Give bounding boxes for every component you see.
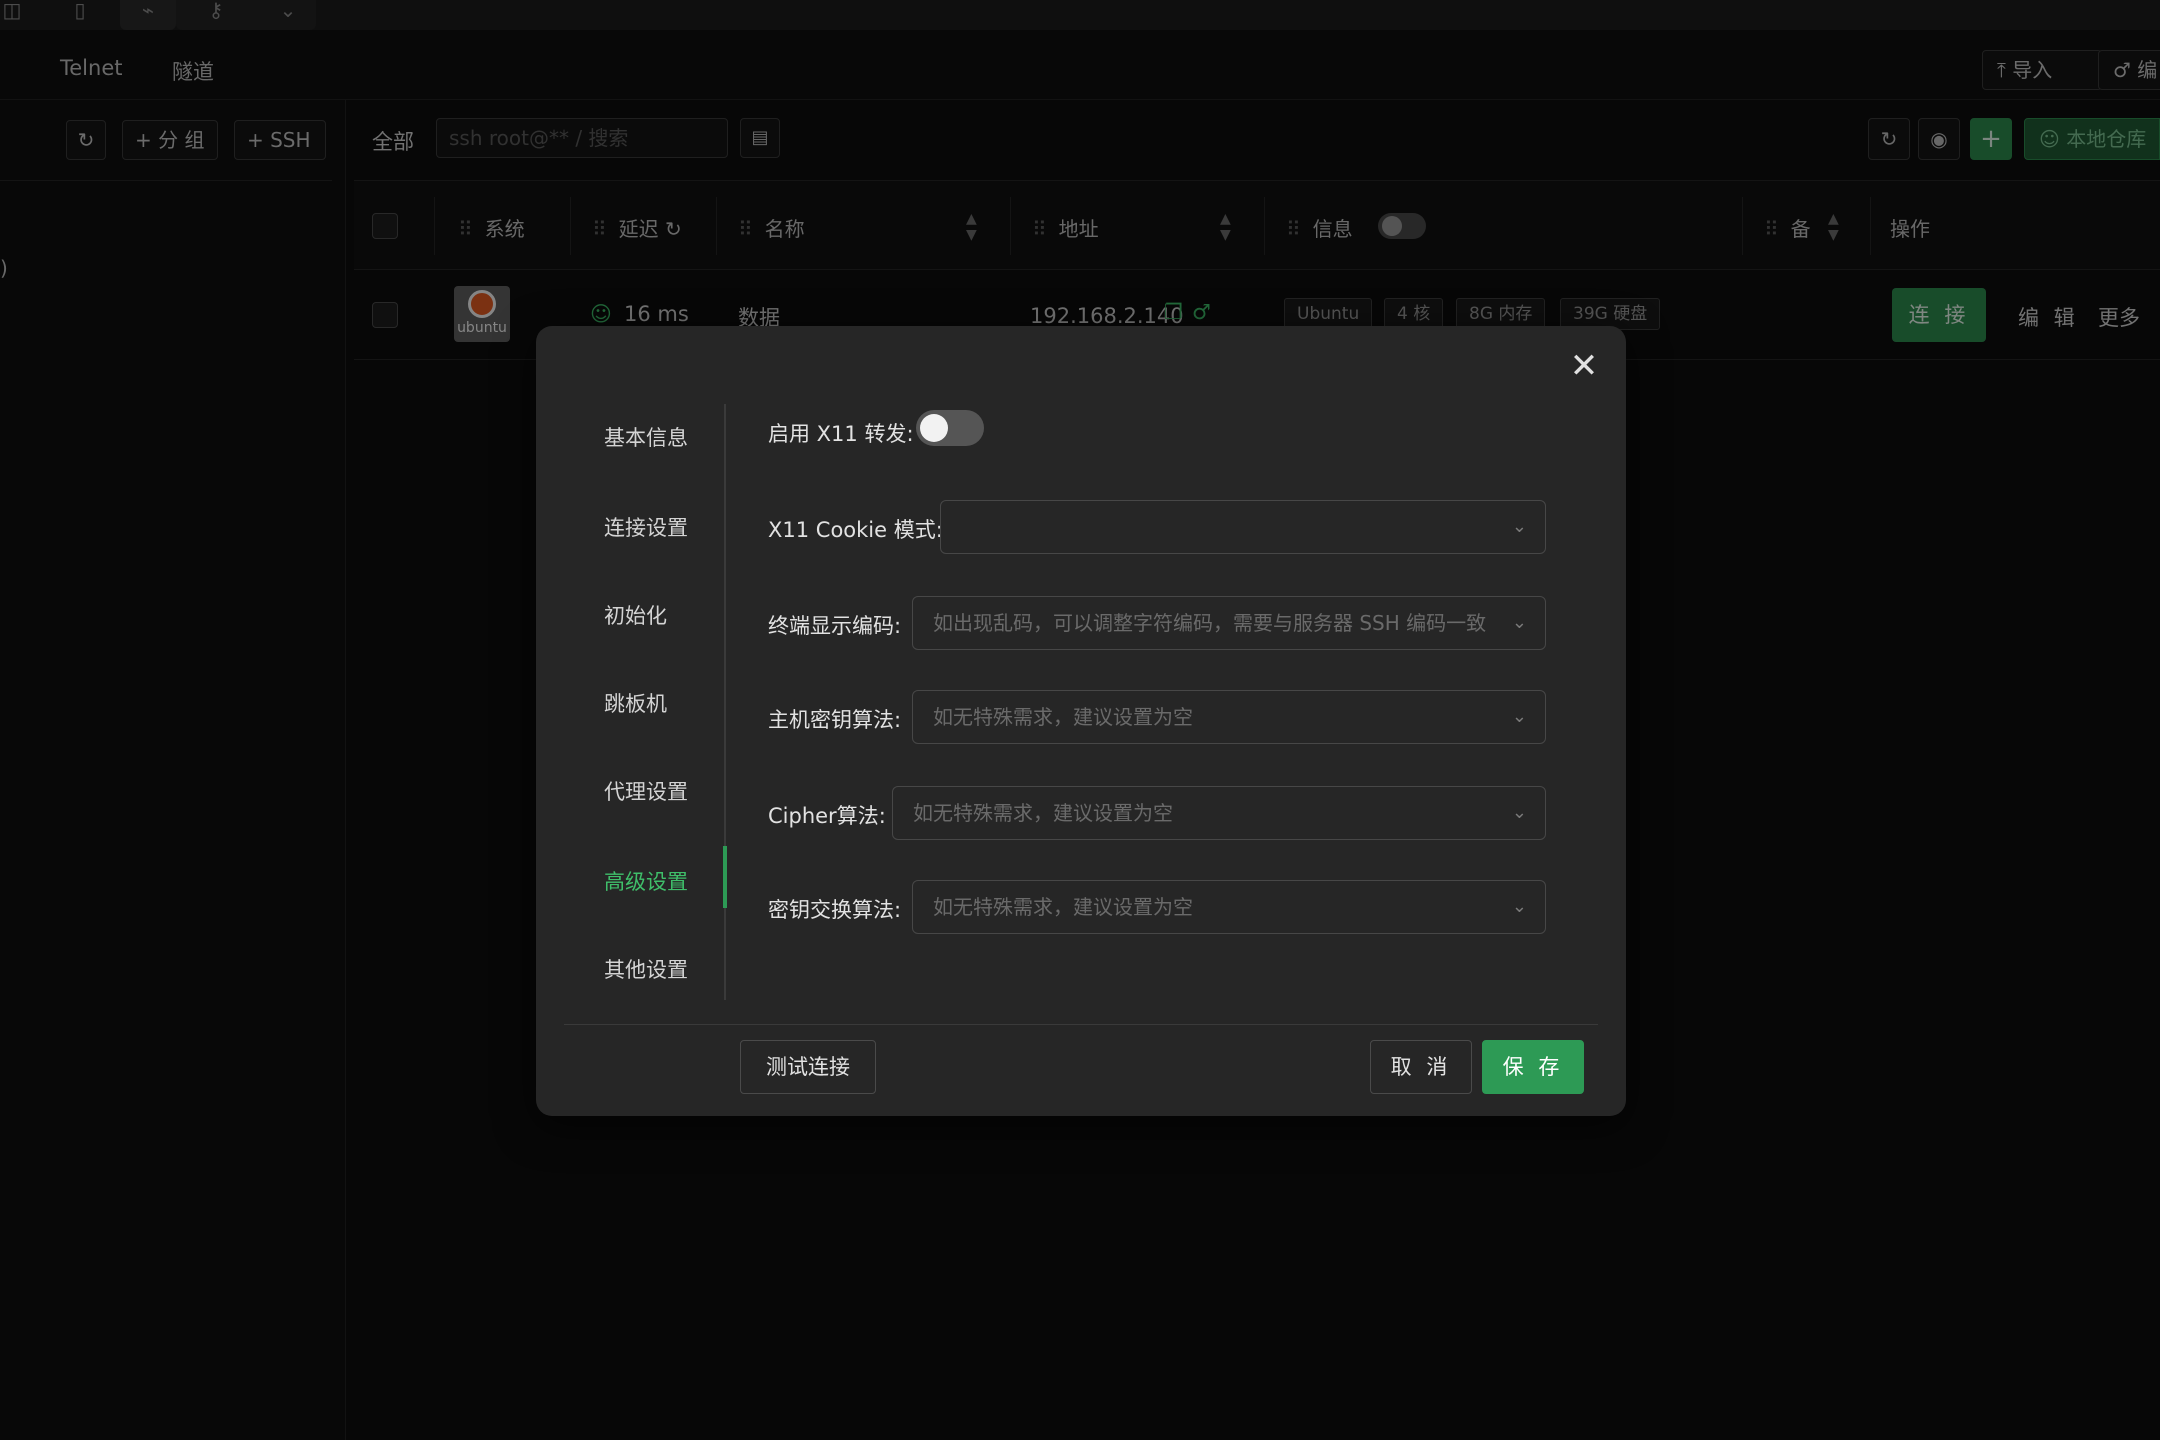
encoding-select[interactable]: 如出现乱码，可以调整字符编码，需要与服务器 SSH 编码一致 ⌄ (912, 596, 1546, 650)
cipher-row: Cipher算法: 如无特殊需求，建议设置为空 ⌄ (768, 786, 1608, 840)
x11-cookie-row: X11 Cookie 模式: ⌄ (768, 500, 1608, 554)
x11-cookie-label: X11 Cookie 模式: (768, 518, 943, 542)
dialog-nav-other[interactable]: 其他设置 (604, 954, 688, 984)
x11-forward-row: 启用 X11 转发: (768, 410, 1168, 464)
encoding-label: 终端显示编码: (768, 614, 902, 638)
x11-forward-label: 启用 X11 转发: (768, 422, 914, 446)
dialog-nav-rail (724, 404, 726, 1000)
host-key-label: 主机密钥算法: (768, 708, 902, 732)
host-key-row: 主机密钥算法: 如无特殊需求，建议设置为空 ⌄ (768, 690, 1608, 744)
host-key-select[interactable]: 如无特殊需求，建议设置为空 ⌄ (912, 690, 1546, 744)
dialog-nav-jump-host[interactable]: 跳板机 (604, 688, 667, 718)
kex-label: 密钥交换算法: (768, 898, 902, 922)
cipher-select[interactable]: 如无特殊需求，建议设置为空 ⌄ (892, 786, 1546, 840)
dialog-nav-connection[interactable]: 连接设置 (604, 512, 688, 542)
save-button[interactable]: 保 存 (1482, 1040, 1584, 1094)
chevron-down-icon: ⌄ (1511, 516, 1527, 537)
dialog-nav-basic[interactable]: 基本信息 (604, 422, 688, 452)
cipher-label: Cipher算法: (768, 804, 886, 828)
chevron-down-icon: ⌄ (1511, 612, 1527, 633)
x11-cookie-select[interactable]: ⌄ (940, 500, 1546, 554)
dialog-nav-active-indicator (723, 846, 727, 908)
dialog-nav-advanced[interactable]: 高级设置 (604, 866, 688, 896)
kex-row: 密钥交换算法: 如无特殊需求，建议设置为空 ⌄ (768, 880, 1608, 934)
test-connection-button[interactable]: 测试连接 (740, 1040, 876, 1094)
kex-select[interactable]: 如无特殊需求，建议设置为空 ⌄ (912, 880, 1546, 934)
chevron-down-icon: ⌄ (1511, 706, 1527, 727)
chevron-down-icon: ⌄ (1511, 896, 1527, 917)
encoding-row: 终端显示编码: 如出现乱码，可以调整字符编码，需要与服务器 SSH 编码一致 ⌄ (768, 596, 1608, 650)
advanced-settings-dialog: ✕ 基本信息 连接设置 初始化 跳板机 代理设置 高级设置 其他设置 启用 X1… (536, 326, 1626, 1116)
chevron-down-icon: ⌄ (1511, 802, 1527, 823)
dialog-nav-proxy[interactable]: 代理设置 (604, 776, 688, 806)
cancel-button[interactable]: 取 消 (1370, 1040, 1472, 1094)
close-icon[interactable]: ✕ (1564, 346, 1604, 386)
dialog-nav-init[interactable]: 初始化 (604, 600, 667, 630)
x11-forward-toggle[interactable] (916, 410, 984, 446)
dialog-footer-divider (564, 1024, 1598, 1025)
